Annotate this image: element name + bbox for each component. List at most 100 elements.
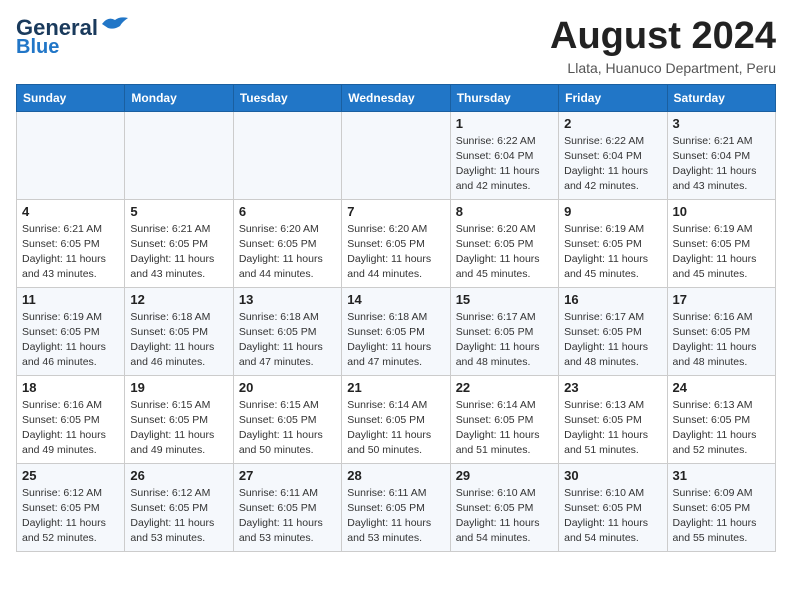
header-day-saturday: Saturday	[667, 84, 775, 111]
calendar-cell: 24 Sunrise: 6:13 AMSunset: 6:05 PMDayligh…	[667, 375, 775, 463]
day-number: 7	[347, 204, 444, 219]
day-number: 25	[22, 468, 119, 483]
day-info: Sunrise: 6:13 AMSunset: 6:05 PMDaylight:…	[673, 398, 770, 459]
calendar-cell: 9 Sunrise: 6:19 AMSunset: 6:05 PMDaylight…	[559, 199, 667, 287]
calendar-cell: 10 Sunrise: 6:19 AMSunset: 6:05 PMDayligh…	[667, 199, 775, 287]
day-number: 11	[22, 292, 119, 307]
week-row-0: 1Sunrise: 6:22 AMSunset: 6:04 PMDaylight…	[17, 111, 776, 199]
header-day-thursday: Thursday	[450, 84, 558, 111]
day-number: 21	[347, 380, 444, 395]
day-info: Sunrise: 6:14 AMSunset: 6:05 PMDaylight:…	[347, 398, 444, 459]
day-info: Sunrise: 6:18 AMSunset: 6:05 PMDaylight:…	[239, 310, 336, 371]
calendar-cell	[233, 111, 341, 199]
calendar-header: SundayMondayTuesdayWednesdayThursdayFrid…	[17, 84, 776, 111]
page-header: General Blue August 2024 Llata, Huanuco …	[16, 16, 776, 76]
day-number: 30	[564, 468, 661, 483]
calendar-cell: 4 Sunrise: 6:21 AMSunset: 6:05 PMDaylight…	[17, 199, 125, 287]
calendar-cell: 12Sunrise: 6:18 AMSunset: 6:05 PMDayligh…	[125, 287, 233, 375]
calendar-cell: 26 Sunrise: 6:12 AMSunset: 6:05 PMDayligh…	[125, 463, 233, 551]
month-title: August 2024	[550, 16, 776, 58]
calendar-cell	[17, 111, 125, 199]
calendar-cell: 30 Sunrise: 6:10 AMSunset: 6:05 PMDayligh…	[559, 463, 667, 551]
calendar-cell: 7 Sunrise: 6:20 AMSunset: 6:05 PMDaylight…	[342, 199, 450, 287]
week-row-1: 4 Sunrise: 6:21 AMSunset: 6:05 PMDaylight…	[17, 199, 776, 287]
calendar-cell: 3 Sunrise: 6:21 AMSunset: 6:04 PMDaylight…	[667, 111, 775, 199]
header-day-friday: Friday	[559, 84, 667, 111]
day-info: Sunrise: 6:13 AMSunset: 6:05 PMDaylight:…	[564, 398, 661, 459]
logo-blue-text: Blue	[16, 36, 59, 58]
calendar-cell: 5Sunrise: 6:21 AMSunset: 6:05 PMDaylight…	[125, 199, 233, 287]
day-info: Sunrise: 6:12 AMSunset: 6:05 PMDaylight:…	[22, 486, 119, 547]
day-info: Sunrise: 6:19 AMSunset: 6:05 PMDaylight:…	[673, 222, 770, 283]
day-number: 20	[239, 380, 336, 395]
day-number: 10	[673, 204, 770, 219]
day-number: 13	[239, 292, 336, 307]
day-number: 31	[673, 468, 770, 483]
calendar-cell	[125, 111, 233, 199]
week-row-3: 18 Sunrise: 6:16 AMSunset: 6:05 PMDayligh…	[17, 375, 776, 463]
day-info: Sunrise: 6:11 AMSunset: 6:05 PMDaylight:…	[239, 486, 336, 547]
calendar-cell: 17Sunrise: 6:16 AMSunset: 6:05 PMDayligh…	[667, 287, 775, 375]
day-number: 23	[564, 380, 661, 395]
day-number: 4	[22, 204, 119, 219]
day-info: Sunrise: 6:20 AMSunset: 6:05 PMDaylight:…	[456, 222, 553, 283]
calendar-cell: 19 Sunrise: 6:15 AMSunset: 6:05 PMDayligh…	[125, 375, 233, 463]
day-number: 19	[130, 380, 227, 395]
day-info: Sunrise: 6:19 AMSunset: 6:05 PMDaylight:…	[22, 310, 119, 371]
location-subtitle: Llata, Huanuco Department, Peru	[550, 60, 776, 76]
calendar-body: 1Sunrise: 6:22 AMSunset: 6:04 PMDaylight…	[17, 111, 776, 551]
day-info: Sunrise: 6:21 AMSunset: 6:05 PMDaylight:…	[22, 222, 119, 283]
title-block: August 2024 Llata, Huanuco Department, P…	[550, 16, 776, 76]
week-row-4: 25 Sunrise: 6:12 AMSunset: 6:05 PMDayligh…	[17, 463, 776, 551]
calendar-cell: 1Sunrise: 6:22 AMSunset: 6:04 PMDaylight…	[450, 111, 558, 199]
calendar-cell: 23 Sunrise: 6:13 AMSunset: 6:05 PMDayligh…	[559, 375, 667, 463]
day-number: 15	[456, 292, 553, 307]
day-number: 2	[564, 116, 661, 131]
day-info: Sunrise: 6:15 AMSunset: 6:05 PMDaylight:…	[239, 398, 336, 459]
day-info: Sunrise: 6:19 AMSunset: 6:05 PMDaylight:…	[564, 222, 661, 283]
calendar-cell: 22Sunrise: 6:14 AMSunset: 6:05 PMDayligh…	[450, 375, 558, 463]
day-number: 3	[673, 116, 770, 131]
day-number: 24	[673, 380, 770, 395]
day-info: Sunrise: 6:16 AMSunset: 6:05 PMDaylight:…	[22, 398, 119, 459]
calendar-cell: 28 Sunrise: 6:11 AMSunset: 6:05 PMDayligh…	[342, 463, 450, 551]
calendar-cell: 31 Sunrise: 6:09 AMSunset: 6:05 PMDayligh…	[667, 463, 775, 551]
calendar-table: SundayMondayTuesdayWednesdayThursdayFrid…	[16, 84, 776, 552]
calendar-cell: 14Sunrise: 6:18 AMSunset: 6:05 PMDayligh…	[342, 287, 450, 375]
day-info: Sunrise: 6:17 AMSunset: 6:05 PMDaylight:…	[564, 310, 661, 371]
calendar-cell: 2 Sunrise: 6:22 AMSunset: 6:04 PMDaylight…	[559, 111, 667, 199]
day-number: 27	[239, 468, 336, 483]
calendar-cell: 21 Sunrise: 6:14 AMSunset: 6:05 PMDayligh…	[342, 375, 450, 463]
calendar-cell: 27 Sunrise: 6:11 AMSunset: 6:05 PMDayligh…	[233, 463, 341, 551]
day-info: Sunrise: 6:20 AMSunset: 6:05 PMDaylight:…	[239, 222, 336, 283]
day-info: Sunrise: 6:22 AMSunset: 6:04 PMDaylight:…	[564, 134, 661, 195]
day-info: Sunrise: 6:10 AMSunset: 6:05 PMDaylight:…	[564, 486, 661, 547]
calendar-cell: 15 Sunrise: 6:17 AMSunset: 6:05 PMDayligh…	[450, 287, 558, 375]
day-info: Sunrise: 6:16 AMSunset: 6:05 PMDaylight:…	[673, 310, 770, 371]
calendar-cell: 20 Sunrise: 6:15 AMSunset: 6:05 PMDayligh…	[233, 375, 341, 463]
day-number: 28	[347, 468, 444, 483]
day-number: 29	[456, 468, 553, 483]
calendar-cell: 29Sunrise: 6:10 AMSunset: 6:05 PMDayligh…	[450, 463, 558, 551]
calendar-cell: 16 Sunrise: 6:17 AMSunset: 6:05 PMDayligh…	[559, 287, 667, 375]
day-number: 9	[564, 204, 661, 219]
day-info: Sunrise: 6:09 AMSunset: 6:05 PMDaylight:…	[673, 486, 770, 547]
day-number: 22	[456, 380, 553, 395]
header-row: SundayMondayTuesdayWednesdayThursdayFrid…	[17, 84, 776, 111]
day-info: Sunrise: 6:21 AMSunset: 6:04 PMDaylight:…	[673, 134, 770, 195]
day-number: 5	[130, 204, 227, 219]
header-day-monday: Monday	[125, 84, 233, 111]
day-info: Sunrise: 6:18 AMSunset: 6:05 PMDaylight:…	[130, 310, 227, 371]
day-info: Sunrise: 6:22 AMSunset: 6:04 PMDaylight:…	[456, 134, 553, 195]
day-number: 26	[130, 468, 227, 483]
header-day-wednesday: Wednesday	[342, 84, 450, 111]
calendar-cell: 18 Sunrise: 6:16 AMSunset: 6:05 PMDayligh…	[17, 375, 125, 463]
day-number: 16	[564, 292, 661, 307]
day-info: Sunrise: 6:17 AMSunset: 6:05 PMDaylight:…	[456, 310, 553, 371]
logo: General Blue	[16, 16, 130, 58]
day-info: Sunrise: 6:15 AMSunset: 6:05 PMDaylight:…	[130, 398, 227, 459]
day-info: Sunrise: 6:20 AMSunset: 6:05 PMDaylight:…	[347, 222, 444, 283]
day-number: 18	[22, 380, 119, 395]
day-info: Sunrise: 6:11 AMSunset: 6:05 PMDaylight:…	[347, 486, 444, 547]
day-info: Sunrise: 6:12 AMSunset: 6:05 PMDaylight:…	[130, 486, 227, 547]
